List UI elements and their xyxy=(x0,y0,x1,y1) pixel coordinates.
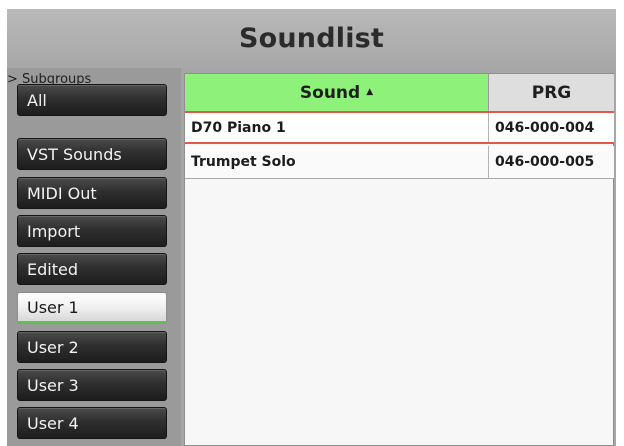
subgroup-label: User 3 xyxy=(27,375,79,395)
title-bar: Soundlist xyxy=(7,9,616,68)
sound-name-cell: Trumpet Solo xyxy=(185,146,489,178)
subgroup-button-user-1[interactable]: User 1 xyxy=(17,292,167,324)
sound-table: Sound ▲ PRG D70 Piano 1 046-000-004 Trum… xyxy=(184,73,614,446)
column-header-prg[interactable]: PRG xyxy=(489,74,614,111)
subgroup-button-vst-sounds[interactable]: VST Sounds xyxy=(17,138,167,170)
subgroup-label: User 2 xyxy=(27,337,79,357)
page-title: Soundlist xyxy=(238,23,385,54)
subgroup-button-import[interactable]: Import xyxy=(17,215,167,247)
prg-cell: 046-000-004 xyxy=(495,119,595,136)
subgroups-sidebar: > Subgroups All VST Sounds MIDI Out Impo… xyxy=(7,68,181,446)
subgroup-button-all[interactable]: All xyxy=(17,84,167,116)
subgroup-button-midi-out[interactable]: MIDI Out xyxy=(17,177,167,209)
sound-name-cell: D70 Piano 1 xyxy=(185,113,489,142)
table-row[interactable]: Trumpet Solo 046-000-005 xyxy=(185,146,614,179)
sound-table-container: Sound ▲ PRG D70 Piano 1 046-000-004 Trum… xyxy=(181,68,616,446)
subgroup-button-user-3[interactable]: User 3 xyxy=(17,369,167,401)
prg-cell: 046-000-005 xyxy=(495,154,595,170)
subgroup-label: All xyxy=(27,90,47,110)
column-header-label: Sound xyxy=(299,82,361,103)
subgroup-label: VST Sounds xyxy=(27,144,122,164)
subgroup-button-user-4[interactable]: User 4 xyxy=(17,407,167,439)
subgroup-button-edited[interactable]: Edited xyxy=(17,253,167,285)
column-header-sound[interactable]: Sound ▲ xyxy=(185,74,489,111)
subgroup-label: Edited xyxy=(27,259,78,279)
column-header-label: PRG xyxy=(531,82,572,103)
subgroup-label: MIDI Out xyxy=(27,183,97,203)
table-row[interactable]: D70 Piano 1 046-000-004 xyxy=(185,111,614,144)
sort-ascending-icon: ▲ xyxy=(366,86,374,97)
subgroup-label: User 4 xyxy=(27,413,79,433)
subgroup-label: User 1 xyxy=(27,297,79,317)
subgroup-label: Import xyxy=(27,221,81,241)
subgroup-button-user-2[interactable]: User 2 xyxy=(17,331,167,363)
